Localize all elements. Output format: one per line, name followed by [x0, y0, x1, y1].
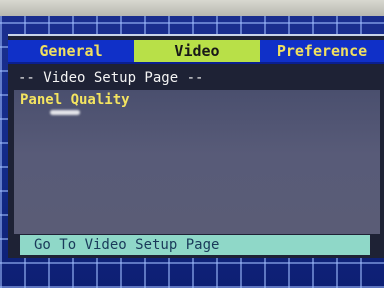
page-title: -- Video Setup Page --	[18, 70, 204, 86]
tab-general[interactable]: General	[8, 40, 134, 64]
monitor-bezel	[0, 0, 384, 16]
tab-video[interactable]: Video	[134, 40, 260, 64]
status-bar: Go To Video Setup Page	[20, 235, 370, 255]
menu-item-panel-quality[interactable]: Panel Quality	[20, 92, 130, 108]
screen-glare	[50, 110, 80, 115]
osd-screen: General Video Preference -- Video Setup …	[0, 0, 384, 288]
tab-preference[interactable]: Preference	[260, 40, 384, 64]
menu-tabs: General Video Preference	[8, 40, 384, 64]
